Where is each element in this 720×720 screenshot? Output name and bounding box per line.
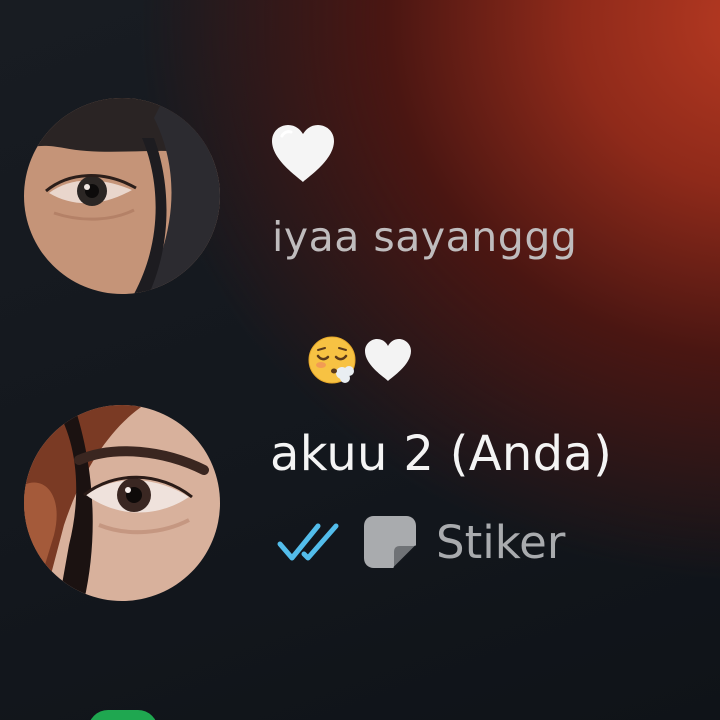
new-chat-fab[interactable] <box>88 710 158 720</box>
double-check-read-icon <box>277 523 339 561</box>
last-message-type: Stiker <box>436 515 566 569</box>
chat-list: iyaa sayanggg akuu 2 (Anda) Stiker <box>0 0 720 720</box>
chat-name: akuu 2 (Anda) <box>270 426 613 482</box>
profile-photo <box>24 98 220 294</box>
chat-row[interactable]: akuu 2 (Anda) Stiker <box>0 330 720 605</box>
avatar[interactable] <box>24 98 220 294</box>
avatar[interactable] <box>24 405 220 601</box>
chat-row[interactable]: iyaa sayanggg <box>0 95 720 300</box>
face-exhaling-icon <box>308 336 356 384</box>
last-message-status: Stiker <box>276 510 565 574</box>
white-heart-icon <box>365 339 411 381</box>
white-heart-icon <box>272 125 334 182</box>
last-message-preview: iyaa sayanggg <box>272 213 578 261</box>
header-emojis <box>306 332 414 388</box>
profile-photo <box>24 405 220 601</box>
sticker-icon <box>364 516 417 569</box>
